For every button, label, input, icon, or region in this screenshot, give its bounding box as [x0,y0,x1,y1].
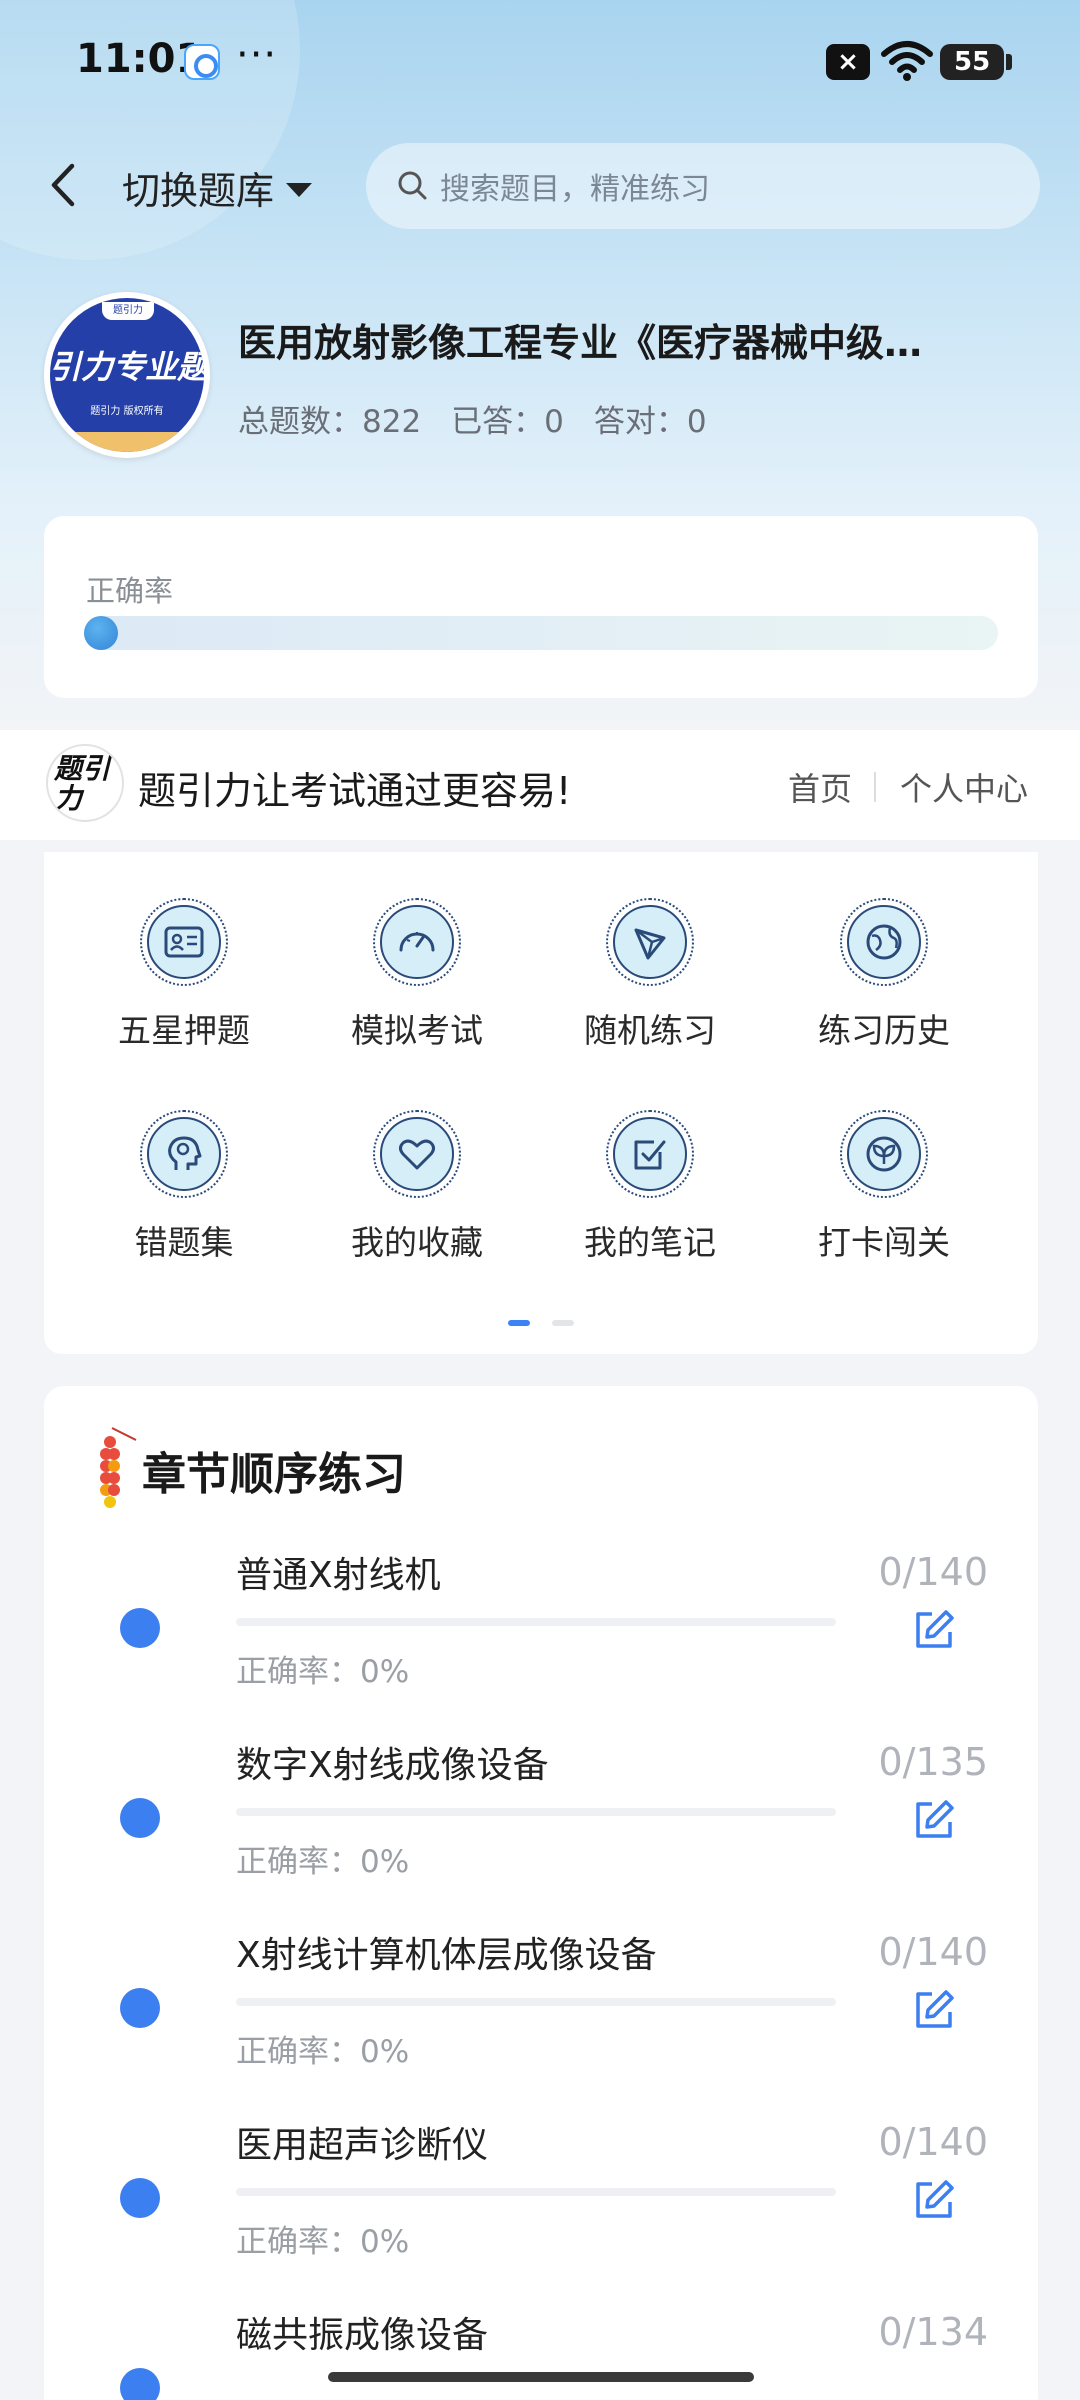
chapter-name: 普通X射线机 [236,1555,441,1596]
chapter-status-dot [120,2368,160,2400]
chapter-practice-section: 章节顺序练习 普通X射线机 正确率：0% 0/140 数字X射线成像设备 正确率… [44,1386,1038,2400]
firecracker-icon [100,1427,137,1508]
switch-bank-button[interactable]: 切换题库 [122,160,313,215]
chapter-count: 0/140 [878,1930,988,1974]
chapter-accuracy: 正确率：0% [236,1844,410,1880]
func-mock-exam[interactable]: 模拟考试 [317,852,517,1050]
brand-banner: 题引力 题引力让考试通过更容易! 首页 个人中心 [0,730,1080,840]
func-five-star[interactable]: 五星押题 [84,852,284,1050]
chapter-progress-bar [236,1808,836,1816]
function-grid: 五星押题 模拟考试 随机练习 练习历史 错题集 我的收藏 我的笔记 打卡闯关 [44,852,1038,1354]
more-notifications-icon: ··· [236,32,278,78]
question-bank-logo: 题引力 引力专业题 题引力 版权所有 [44,292,210,458]
accuracy-progress-bar [84,616,998,650]
bank-logo-subtext: 题引力 版权所有 [90,406,164,417]
chapter-status-dot [120,1608,160,1648]
bank-logo-top-text: 题引力 [102,302,154,320]
search-icon [398,171,427,200]
func-label: 我的笔记 [584,1223,716,1262]
home-indicator[interactable] [328,2372,754,2382]
chapter-name: 数字X射线成像设备 [236,1745,549,1786]
func-random-practice[interactable]: 随机练习 [550,852,750,1050]
chapter-row[interactable]: 普通X射线机 正确率：0% 0/140 [44,1546,1038,1736]
chapter-row[interactable]: 医用超声诊断仪 正确率：0% 0/140 [44,2116,1038,2306]
chapter-name: X射线计算机体层成像设备 [236,1935,657,1976]
status-bar: 11:01 ··· × 55 [0,0,1080,120]
chapter-status-dot [120,1988,160,2028]
func-label: 练习历史 [818,1011,950,1050]
pager-dot-active [508,1320,530,1326]
func-label: 打卡闯关 [818,1223,950,1262]
question-bank-stats: 总题数：822 已答：0 答对：0 [238,396,707,441]
func-history[interactable]: 练习历史 [784,852,984,1050]
chapter-accuracy: 正确率：0% [236,2224,410,2260]
edit-icon[interactable] [912,2178,956,2222]
wifi-icon [881,41,933,81]
func-label: 五星押题 [118,1011,250,1050]
chapter-name: 磁共振成像设备 [236,2315,489,2356]
total-questions: 总题数：822 [238,404,422,440]
func-label: 错题集 [134,1223,234,1262]
chapter-row[interactable]: 数字X射线成像设备 正确率：0% 0/135 [44,1736,1038,1926]
chapter-name: 医用超声诊断仪 [236,2125,489,2166]
leaf-icon [866,1136,902,1172]
back-icon[interactable] [44,158,84,212]
chapter-accuracy: 正确率：0% [236,2034,410,2070]
chapter-status-dot [120,1798,160,1838]
chapter-count: 0/134 [878,2310,988,2354]
edit-icon[interactable] [912,1798,956,1842]
func-label: 模拟考试 [351,1011,483,1050]
id-card-icon [164,926,204,958]
search-placeholder: 搜索题目，精准练习 [440,172,710,207]
profile-link[interactable]: 个人中心 [900,764,1028,810]
network-icon [634,928,666,960]
correct-count: 答对：0 [593,404,707,440]
app-notification-icon [184,44,220,80]
checkbox-icon [634,1140,666,1170]
chapter-section-title: 章节顺序练习 [142,1449,406,1500]
speedometer-icon [399,932,435,952]
edit-icon[interactable] [912,1608,956,1652]
battery-icon: 55 [940,44,1012,80]
func-wrong-questions[interactable]: 错题集 [84,1064,284,1262]
chapter-progress-bar [236,1998,836,2006]
chapter-count: 0/135 [878,1740,988,1784]
home-link[interactable]: 首页 [788,764,852,810]
answered-count: 已答：0 [451,404,564,440]
heart-icon [399,1139,435,1170]
func-favorites[interactable]: 我的收藏 [317,1064,517,1262]
chapter-count: 0/140 [878,2120,988,2164]
func-label: 我的收藏 [351,1223,483,1262]
brand-slogan: 题引力让考试通过更容易! [138,769,572,813]
caret-down-icon [286,182,313,197]
func-notes[interactable]: 我的笔记 [550,1064,750,1262]
accuracy-card: 正确率 [44,516,1038,698]
edit-icon[interactable] [912,1988,956,2032]
chapter-progress-bar [236,2188,836,2196]
globe-icon [866,924,902,960]
chapter-row[interactable]: 磁共振成像设备 0/134 [44,2306,1038,2400]
bank-logo-text: 引力专业题 [50,348,204,386]
chapter-row[interactable]: X射线计算机体层成像设备 正确率：0% 0/140 [44,1926,1038,2116]
chapter-accuracy: 正确率：0% [236,1654,410,1690]
func-check-in[interactable]: 打卡闯关 [784,1064,984,1262]
pager-dot [552,1320,574,1326]
func-label: 随机练习 [584,1011,716,1050]
divider [874,772,876,802]
chapter-count: 0/140 [878,1550,988,1594]
brand-logo[interactable]: 题引力 [46,744,124,822]
switch-bank-label: 切换题库 [122,169,275,213]
search-input[interactable]: 搜索题目，精准练习 [366,143,1040,229]
accuracy-label: 正确率 [86,574,174,608]
accuracy-progress-indicator [84,616,118,650]
chapter-status-dot [120,2178,160,2218]
no-sim-icon: × [826,44,870,80]
question-bank-title: 医用放射影像工程专业《医疗器械中级… [238,321,923,365]
chapter-progress-bar [236,1618,836,1626]
head-icon [168,1136,202,1170]
